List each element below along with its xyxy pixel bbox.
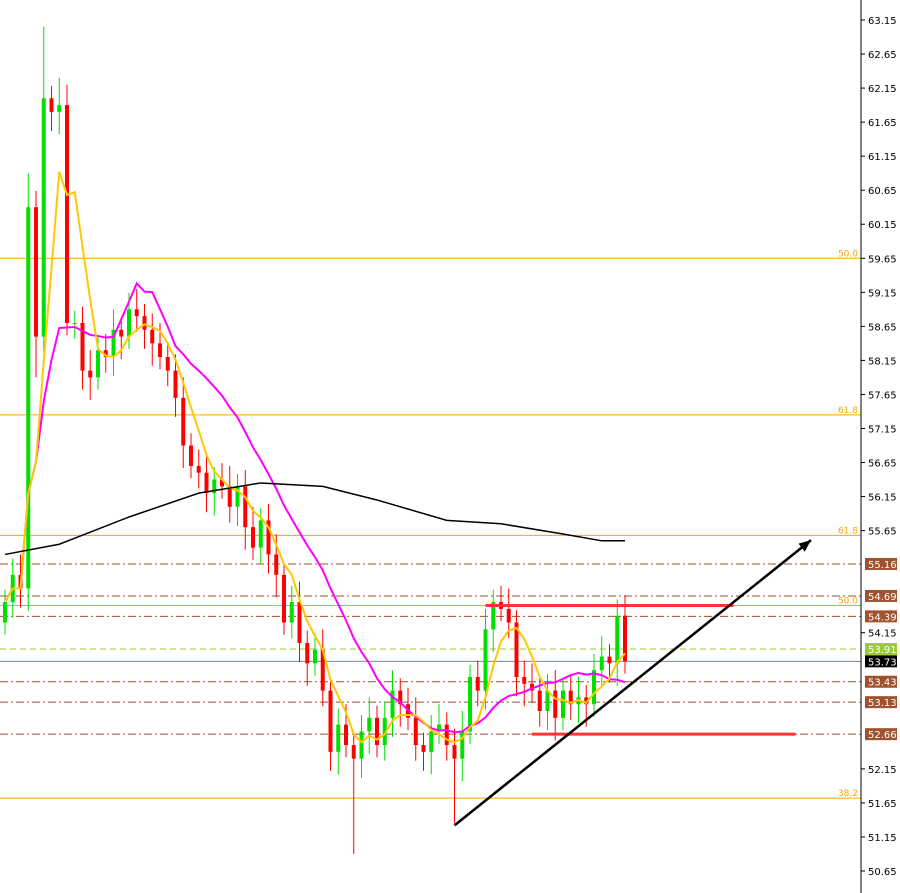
axis-tick-label: 59.65	[868, 254, 897, 265]
candle-body	[158, 343, 162, 357]
axis-tick-label: 61.15	[868, 152, 897, 163]
price-level-tag: 53.13	[868, 698, 897, 709]
candle-body	[258, 520, 263, 548]
candle-body	[599, 656, 604, 671]
candle-body	[49, 98, 54, 112]
fib-level-label: 50.0	[838, 596, 858, 606]
candle-body	[282, 574, 286, 623]
axis-tick-label: 58.15	[868, 356, 897, 367]
candle-body	[506, 608, 511, 623]
candle-body	[313, 649, 317, 664]
price-level-tag: 54.39	[868, 612, 897, 623]
candle-body	[522, 676, 527, 684]
candle-body	[297, 602, 302, 643]
axis-tick-label: 57.15	[868, 424, 897, 435]
fib-level-label: 50.0	[838, 249, 858, 259]
price-level-tag: 54.69	[868, 592, 897, 603]
axis-tick-label: 58.65	[868, 322, 897, 333]
candle-body	[26, 207, 31, 589]
candle-body	[351, 745, 356, 759]
candle-body	[173, 370, 178, 398]
candle-body	[196, 465, 201, 473]
axis-tick-label: 62.15	[868, 84, 897, 95]
candle-body	[561, 690, 565, 718]
candle-body	[452, 745, 457, 759]
candle-body	[553, 690, 558, 718]
candle-body	[3, 602, 7, 623]
axis-tick-label: 63.15	[868, 16, 897, 27]
candle-body	[289, 602, 294, 623]
candle-body	[127, 309, 131, 337]
axis-tick-label: 56.65	[868, 459, 897, 470]
candle-body	[134, 309, 139, 317]
candle-body	[57, 105, 62, 112]
axis-tick-label: 51.65	[868, 799, 897, 810]
candle-body	[429, 731, 434, 752]
axis-tick-label: 60.65	[868, 186, 897, 197]
candle-body	[96, 350, 100, 378]
axis-tick-label: 57.65	[868, 390, 897, 401]
fib-level-label: 61.8	[838, 406, 858, 416]
fib-level-label: 61.8	[838, 526, 858, 536]
candle-body	[421, 745, 426, 752]
candle-body	[204, 472, 209, 494]
candle-body	[444, 724, 449, 746]
candle-body	[592, 670, 596, 705]
price-chart: 50.0 61.8 61.8 50.0 38.2 63.15 62.65 62.15 61.65…	[0, 0, 897, 893]
candle-body	[65, 105, 69, 323]
candle-body	[274, 554, 279, 575]
candle-body	[119, 329, 124, 337]
axis-tick-label: 62.65	[868, 50, 897, 61]
candle-body	[328, 690, 333, 752]
candle-body	[165, 356, 170, 371]
axis-tick-label: 50.65	[868, 867, 897, 878]
price-level-tag: 53.43	[868, 678, 897, 689]
candle-body	[545, 690, 550, 712]
candle-body	[607, 656, 612, 664]
axis-tick-label: 55.65	[868, 527, 897, 538]
price-level-tag: 55.16	[868, 560, 897, 571]
fib-level-label: 38.2	[838, 789, 858, 799]
slow-moving-average	[4, 482, 625, 556]
ask-price-tag: 53.91	[868, 645, 897, 656]
candle-body	[227, 486, 232, 507]
candle-body	[181, 397, 186, 446]
candle-body	[615, 615, 620, 664]
axis-tick-label: 59.15	[868, 288, 897, 299]
candle-body	[243, 486, 248, 528]
candle-body	[475, 676, 480, 691]
axis-tick-label: 61.65	[868, 118, 897, 129]
axis-tick-label: 56.15	[868, 493, 897, 504]
candle-body	[72, 322, 77, 324]
candle-body	[359, 731, 364, 759]
axis-tick-label: 52.15	[868, 765, 897, 776]
candle-body	[305, 642, 310, 664]
candle-body	[88, 370, 93, 378]
price-level-tag: 52.66	[868, 730, 897, 741]
candle-body	[537, 690, 542, 712]
candle-body	[375, 717, 379, 746]
axis-tick-label: 54.15	[868, 629, 897, 640]
trendline	[453, 539, 812, 827]
candle-body	[468, 676, 472, 732]
candle-body	[142, 316, 147, 330]
candle-body	[150, 329, 155, 344]
candle-body	[251, 527, 255, 548]
candle-body	[336, 724, 341, 752]
candle-body	[344, 724, 348, 746]
axis-tick-label: 60.15	[868, 220, 897, 231]
candle-body	[483, 629, 488, 691]
candle-body	[189, 445, 193, 466]
candle-body	[367, 717, 372, 732]
candle-body	[41, 98, 46, 337]
axis-tick-label: 51.15	[868, 833, 897, 844]
candle-body	[413, 717, 418, 746]
bid-price-tag: 53.73	[868, 657, 897, 668]
candle-body	[34, 207, 38, 337]
